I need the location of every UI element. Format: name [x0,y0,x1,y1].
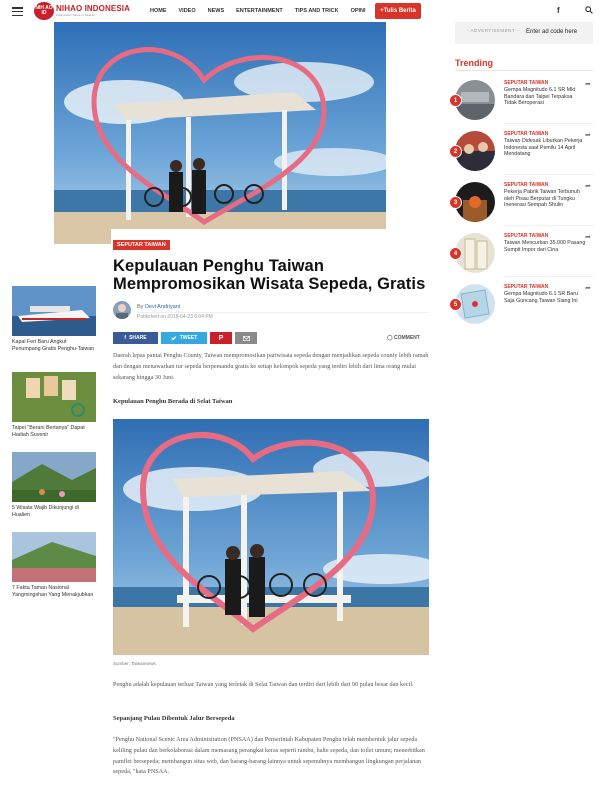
divider [504,276,593,277]
trending-category[interactable]: SEPUTAR TAIWAN [504,80,548,86]
byline: By Devi Andriyani [137,304,181,310]
write-news-button[interactable]: +Tulis Berita [375,3,421,19]
trending-category[interactable]: SEPUTAR TAIWAN [504,233,548,239]
related-post[interactable]: Kapal Feri Baru Angkut Penumpang Gratis … [12,286,96,352]
share-bar: f SHARE TWEET P ◯ COMMENT [113,332,431,344]
trending-title[interactable]: Gempa Magnitudo 6.1 SR Mkt Bandara dan T… [504,87,586,107]
trending-rank: 3 [449,196,462,209]
ad-label: - ADVERTISEMENT - [467,28,519,33]
divider [504,174,593,175]
facebook-share-button[interactable]: f SHARE [113,332,158,344]
publish-date: Published on 2018-04-23 6:04 PM [137,314,213,320]
hero-image [54,22,386,244]
subheading-2: Sepanjang Pulau Dibentuk Jalur Bersepeda [113,715,235,722]
divider [137,312,429,313]
nav-entertainment[interactable]: ENTERTAINMENT [236,8,283,14]
trending-divider [455,70,593,71]
related-title[interactable]: Kapal Feri Baru Angkut Penumpang Gratis … [12,339,96,352]
photo-caption: Sumber: Taiwannews [113,661,156,666]
related-title[interactable]: Taipei "Berani Bertanya" Dapat Hadiah Su… [12,425,96,438]
ad-code: Enter ad code here [526,29,578,35]
article-photo [113,419,429,655]
menu-icon[interactable] [12,7,23,17]
category-badge[interactable]: SEPUTAR TAIWAN [113,240,170,250]
logo-name: NIHAO INDONESIA [56,4,130,13]
trending-rank: 1 [449,94,462,107]
comment-icon: ◯ [387,335,393,341]
article-title: Kepulauan Penghu Taiwan Mempromosikan Wi… [113,257,426,293]
comment-link[interactable]: ◯ COMMENT [387,335,420,341]
related-thumbnail[interactable] [12,532,96,582]
facebook-icon: f [124,335,127,341]
trending-item[interactable]: 3 SEPUTAR TAIWAN Pekerja Pabrik Taiwan T… [449,182,595,227]
divider [504,123,593,124]
logo-tagline: Indonesian News in Taiwan [56,13,95,17]
article-header: SEPUTAR TAIWAN Kepulauan Penghu Taiwan M… [111,229,429,323]
nav-news[interactable]: NEWS [208,8,225,14]
pinterest-share-button[interactable]: P [210,332,232,344]
nav-tips-and-trick[interactable]: TIPS AND TRICK [295,8,339,14]
site-logo[interactable]: NIH AO ID NIHAO INDONESIA Indonesian New… [34,2,130,20]
trending-title[interactable]: Taiwan Mencurkan 35.000 Pasang Sumpit Im… [504,240,586,253]
trending-category[interactable]: SEPUTAR TAIWAN [504,131,548,137]
related-post[interactable]: Taipei "Berani Bertanya" Dapat Hadiah Su… [12,372,96,438]
mail-icon [242,335,250,341]
author-avatar[interactable] [113,301,131,319]
trending-rank: 4 [449,247,462,260]
trending-rank: 2 [449,145,462,158]
pinterest-icon: P [218,334,224,342]
related-post[interactable]: 5 Wisata Wajib Dikunjungi di Hualien [12,452,96,518]
trending-rank: 5 [449,298,462,311]
related-title[interactable]: 5 Wisata Wajib Dikunjungi di Hualien [12,505,96,518]
top-navbar: NIH AO ID NIHAO INDONESIA Indonesian New… [0,0,603,22]
twitter-share-button[interactable]: TWEET [161,332,207,344]
search-icon[interactable] [585,6,593,14]
related-thumbnail[interactable] [12,286,96,336]
trending-title[interactable]: Gempa Magnitudo 6.1 SR Baru Saja Guncang… [504,291,586,304]
paragraph-intro: Daerah lepas pantai Penghu County, Taiwa… [113,352,429,381]
share-arrow-icon[interactable]: ➦ [585,284,591,292]
main-menu: HOME VIDEO NEWS ENTERTAINMENT TIPS AND T… [150,8,378,14]
trending-heading: Trending [455,58,493,68]
subheading-1: Kepulauan Penghu Berada di Selat Taiwan [113,398,233,405]
related-title[interactable]: 7 Fakta Taman Nasional Yangmingshan Yang… [12,585,96,598]
paragraph-2: Penghu adalah kepulauan terluar Taiwan y… [113,681,414,688]
nav-opini[interactable]: OPINI [351,8,366,14]
trending-title[interactable]: Taiwan Didesak Liburkan Pekerja Indonesi… [504,138,586,158]
author-name[interactable]: Devi Andriyani [145,304,180,310]
trending-item[interactable]: 4 SEPUTAR TAIWAN Taiwan Mencurkan 35.000… [449,233,595,278]
trending-title[interactable]: Pekerja Pabrik Taiwan Terbunuh oleh Pisa… [504,189,586,209]
share-arrow-icon[interactable]: ➦ [585,233,591,241]
ad-slot: - ADVERTISEMENT - Enter ad code here [455,22,593,44]
share-arrow-icon[interactable]: ➦ [585,131,591,139]
twitter-icon [170,335,177,340]
divider [504,225,593,226]
share-arrow-icon[interactable]: ➦ [585,80,591,88]
logo-badge: NIH AO ID [34,2,54,20]
nav-home[interactable]: HOME [150,8,167,14]
related-post[interactable]: 7 Fakta Taman Nasional Yangmingshan Yang… [12,532,96,598]
related-thumbnail[interactable] [12,452,96,502]
facebook-icon[interactable]: f [557,6,560,15]
trending-item[interactable]: 2 SEPUTAR TAIWAN Taiwan Didesak Liburkan… [449,131,595,176]
share-arrow-icon[interactable]: ➦ [585,182,591,190]
author-row: By Devi Andriyani Published on 2018-04-2… [111,301,429,323]
trending-item[interactable]: 1 SEPUTAR TAIWAN Gempa Magnitudo 6.1 SR … [449,80,595,125]
email-share-button[interactable] [235,332,257,344]
trending-item[interactable]: 5 SEPUTAR TAIWAN Gempa Magnitudo 6.1 SR … [449,284,595,329]
nav-video[interactable]: VIDEO [179,8,196,14]
trending-category[interactable]: SEPUTAR TAIWAN [504,284,548,290]
related-thumbnail[interactable] [12,372,96,422]
trending-category[interactable]: SEPUTAR TAIWAN [504,182,548,188]
paragraph-3: "Penghu National Scenic Area Administrat… [113,736,425,776]
